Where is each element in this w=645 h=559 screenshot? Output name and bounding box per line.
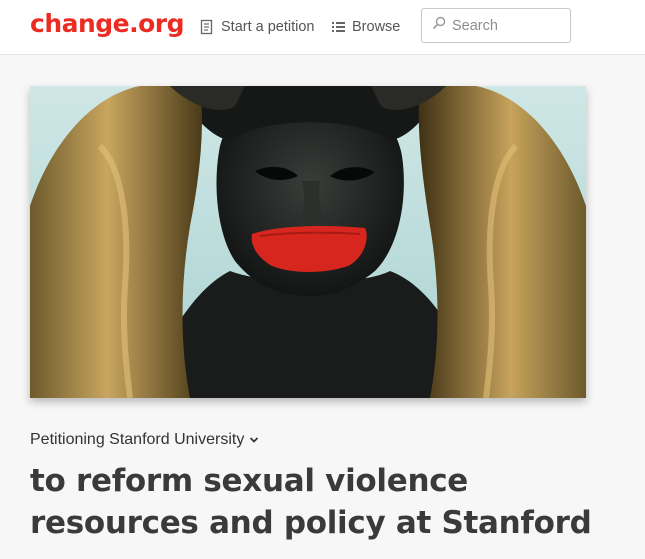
- hero-image: [30, 86, 586, 398]
- browse-label: Browse: [352, 19, 401, 35]
- change-org-logo[interactable]: change.org: [30, 9, 185, 38]
- chevron-down-icon: [249, 431, 259, 449]
- search-icon: [432, 16, 446, 35]
- petition-target[interactable]: Petitioning Stanford University: [30, 430, 259, 450]
- list-icon: [332, 21, 345, 33]
- browse-link[interactable]: Browse: [332, 17, 400, 37]
- petition-title: to reform sexual violence resources and …: [30, 463, 592, 541]
- top-navbar: change.org Start a petition Browse: [0, 0, 645, 55]
- start-petition-link[interactable]: Start a petition: [200, 17, 315, 37]
- petition-target-label: Petitioning Stanford University: [30, 431, 245, 448]
- search-input[interactable]: [452, 17, 562, 34]
- search-box[interactable]: [421, 8, 571, 43]
- start-petition-label: Start a petition: [221, 19, 315, 35]
- document-icon: [200, 19, 214, 35]
